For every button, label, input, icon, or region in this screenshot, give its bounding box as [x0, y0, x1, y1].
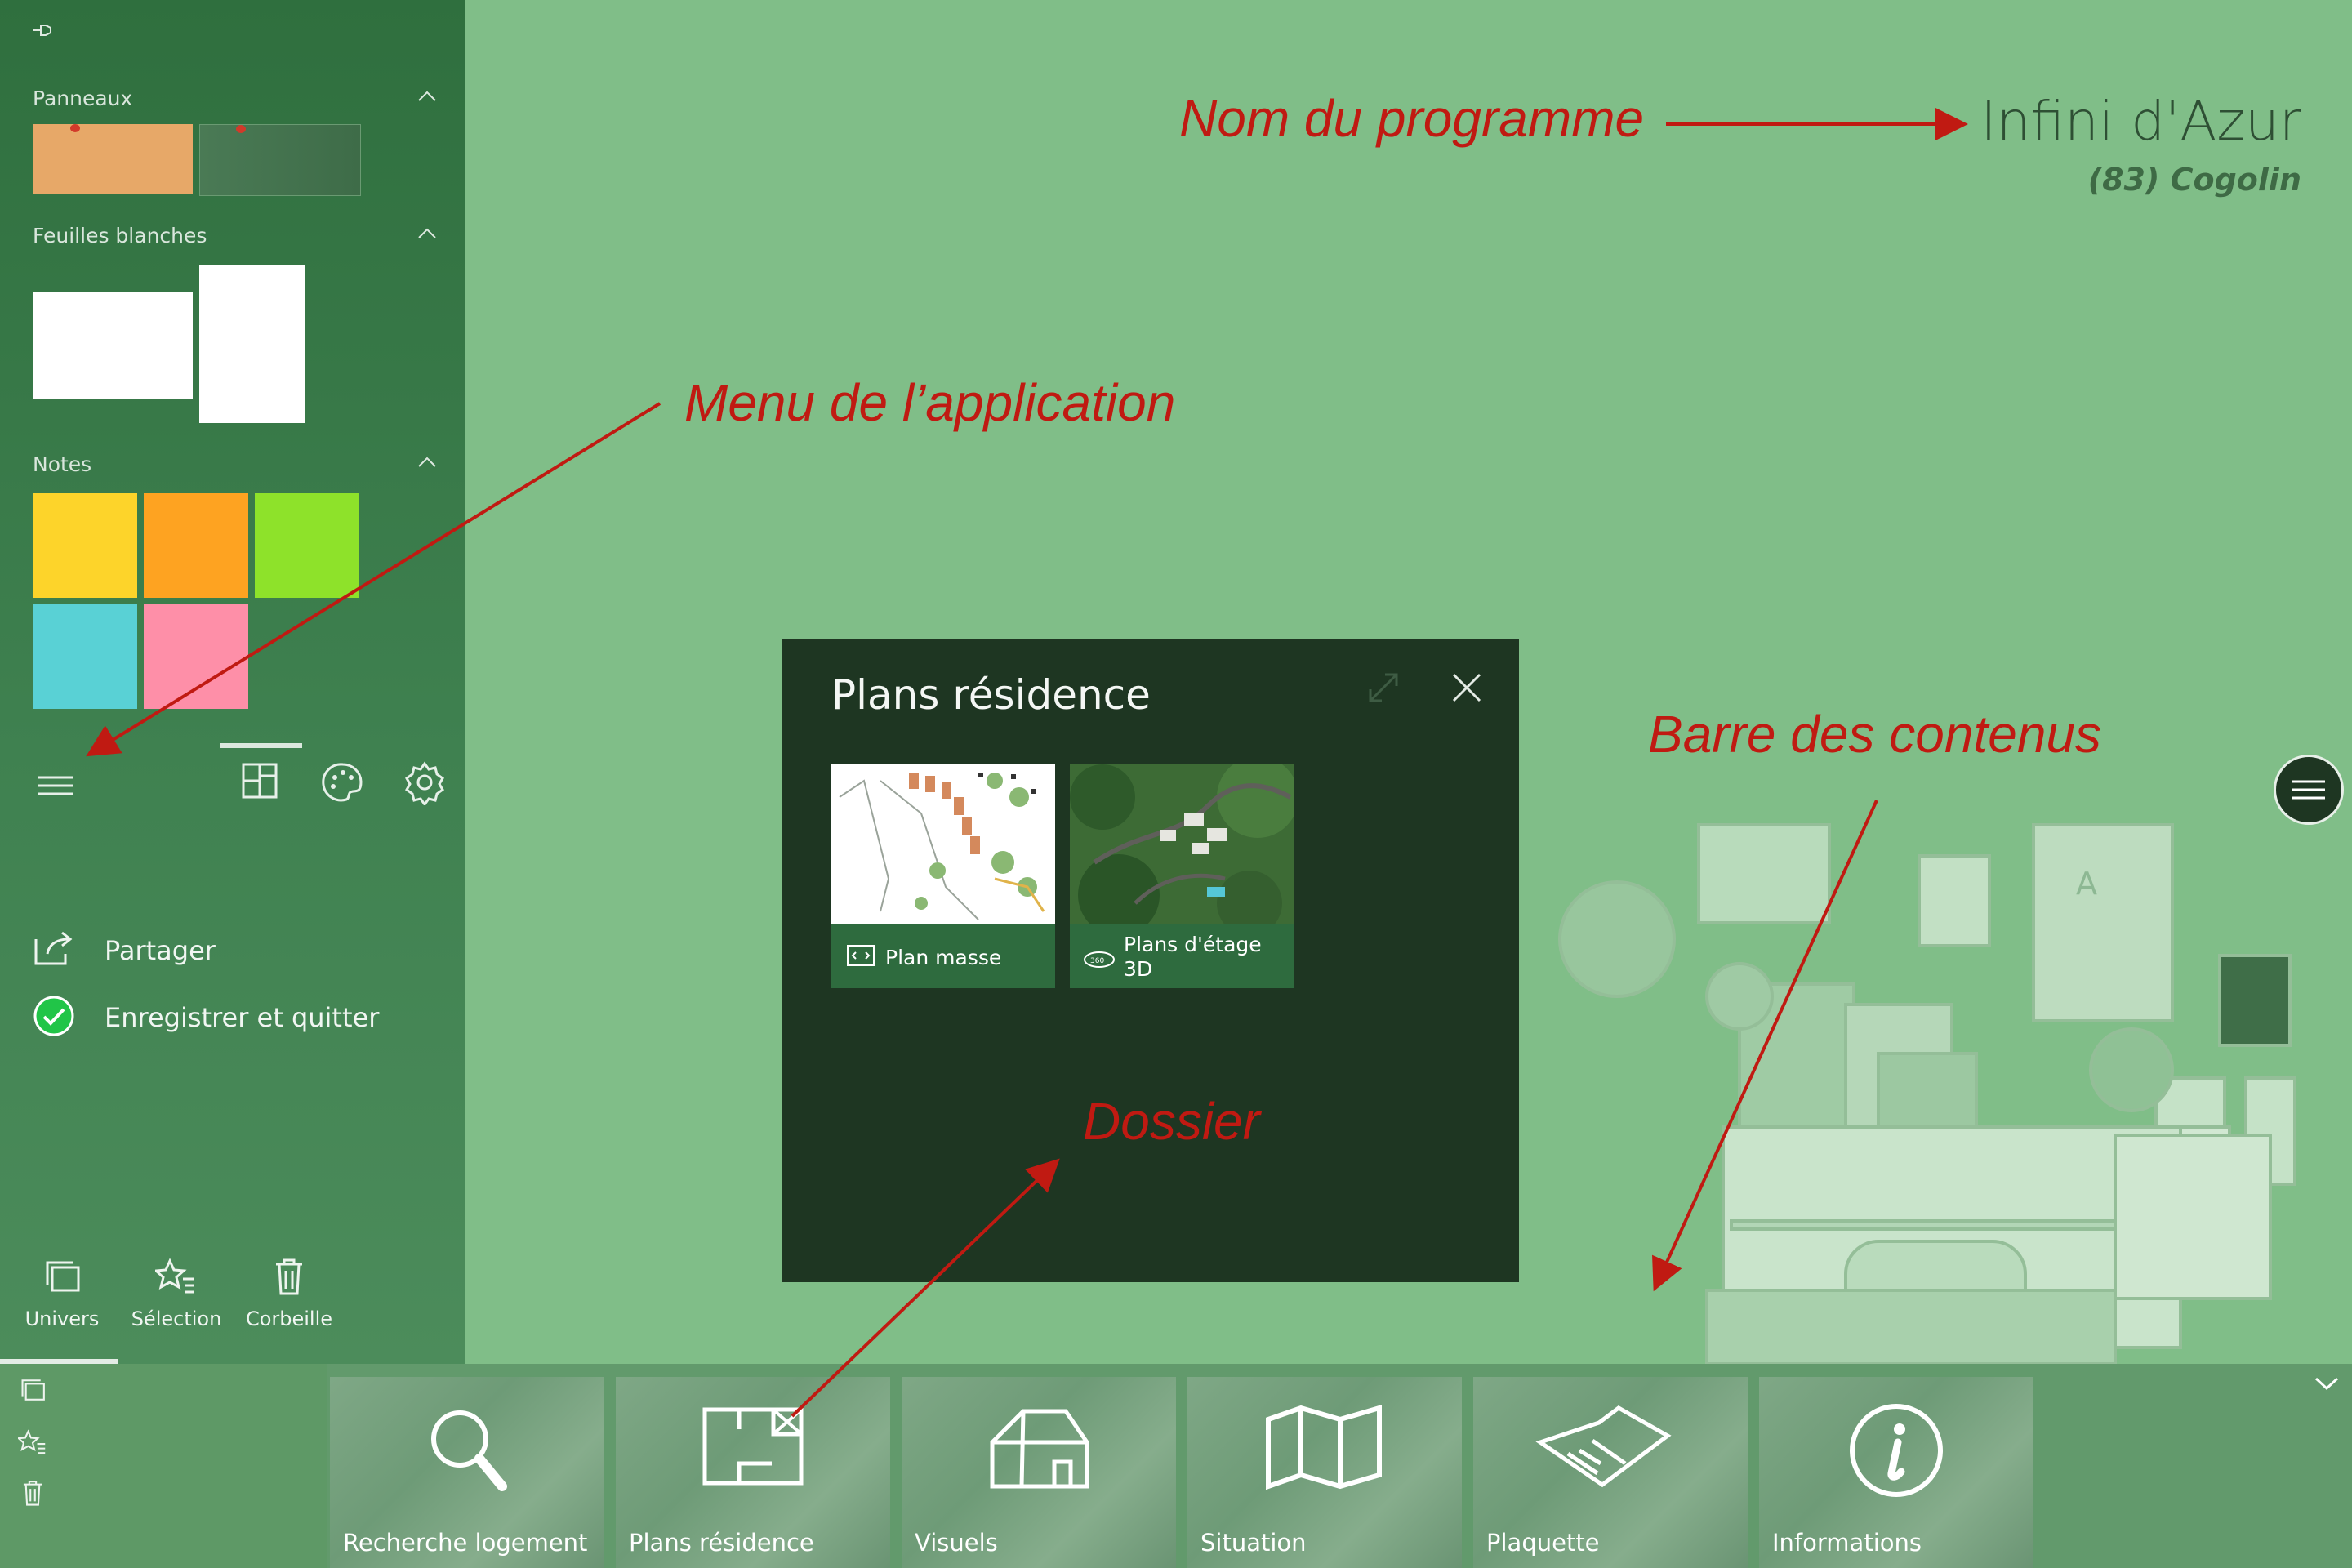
content-label: Plaquette — [1486, 1529, 1600, 1557]
plan-icon — [846, 944, 875, 971]
content-situation[interactable]: Situation — [1187, 1377, 1462, 1568]
menu-item-enregistrer[interactable]: Enregistrer et quitter — [33, 993, 379, 1042]
layers-icon[interactable] — [18, 1377, 47, 1407]
content-label: Recherche logement — [343, 1529, 588, 1557]
note-yellow[interactable] — [33, 493, 137, 598]
magnifier-icon — [422, 1401, 512, 1503]
note-pink[interactable] — [144, 604, 248, 709]
content-label: Plans résidence — [629, 1529, 814, 1557]
folder-item-plans-etage-3d[interactable]: 360 Plans d'étage 3D — [1070, 764, 1294, 988]
folder-item-label: Plan masse — [885, 946, 1002, 969]
map-icon — [1263, 1401, 1386, 1495]
plan-masse-thumbnail — [831, 764, 1055, 924]
settings-gear-icon[interactable] — [402, 760, 448, 807]
content-label: Informations — [1772, 1529, 1922, 1557]
star-list-icon[interactable] — [16, 1429, 47, 1459]
sheet-landscape[interactable] — [33, 292, 193, 399]
layout-grid-icon[interactable] — [238, 760, 284, 805]
note-cyan[interactable] — [33, 604, 137, 709]
nav-corbeille[interactable]: Corbeille — [232, 1258, 346, 1330]
menu-item-label: Partager — [105, 935, 216, 966]
menu-item-partager[interactable]: Partager — [33, 926, 216, 975]
nav-label: Corbeille — [245, 1307, 333, 1330]
palette-icon[interactable] — [320, 760, 366, 805]
floorplan-icon — [700, 1401, 806, 1495]
section-label-panneaux: Panneaux — [33, 87, 133, 110]
panel-tile-photo[interactable] — [199, 124, 361, 196]
program-name: Infini d'Azur — [1980, 90, 2301, 153]
collapse-chevron-icon[interactable] — [418, 88, 436, 106]
hamburger-menu-icon — [2292, 780, 2325, 800]
plans-etage-thumbnail — [1070, 764, 1294, 924]
content-informations[interactable]: Informations — [1759, 1377, 2034, 1568]
nav-label: Univers — [24, 1307, 100, 1330]
sidebar: Panneaux Feuilles blanches Notes Partage… — [0, 0, 466, 1364]
program-location: (83) Cogolin — [2087, 162, 2301, 198]
menu-item-label: Enregistrer et quitter — [105, 1002, 380, 1033]
close-icon[interactable] — [1452, 673, 1481, 706]
collapse-chevron-icon[interactable] — [418, 225, 436, 243]
svg-text:A: A — [2076, 866, 2097, 902]
folder-item-plan-masse[interactable]: Plan masse — [831, 764, 1055, 988]
active-tab-indicator — [220, 743, 302, 748]
collapse-bar-chevron-icon[interactable] — [2314, 1375, 2339, 1396]
info-icon — [1847, 1401, 1945, 1503]
share-icon — [33, 929, 75, 973]
note-orange[interactable] — [144, 493, 248, 598]
note-green[interactable] — [255, 493, 359, 598]
expand-icon[interactable] — [1367, 671, 1400, 708]
hamburger-menu-icon[interactable] — [33, 763, 78, 808]
nav-selection[interactable]: Sélection — [119, 1258, 234, 1330]
star-list-icon — [153, 1258, 198, 1298]
content-bar: Recherche logement Plans résidence Visue… — [327, 1364, 2352, 1568]
collapse-chevron-icon[interactable] — [418, 454, 436, 472]
check-circle-icon — [33, 995, 75, 1041]
trash-icon — [268, 1258, 310, 1298]
layers-icon — [41, 1261, 83, 1298]
view-360-icon: 360 — [1083, 949, 1116, 974]
pin-icon[interactable] — [31, 21, 54, 43]
content-plans-residence[interactable]: Plans résidence — [616, 1377, 890, 1568]
annotation-content-bar: Barre des contenus — [1648, 705, 2101, 764]
content-visuels[interactable]: Visuels — [902, 1377, 1176, 1568]
annotation-program-name: Nom du programme — [1179, 89, 1645, 148]
content-label: Visuels — [915, 1529, 998, 1557]
content-menu-button[interactable] — [2274, 755, 2344, 825]
sheet-portrait[interactable] — [199, 265, 305, 423]
brochure-icon — [1535, 1401, 1674, 1503]
nav-univers[interactable]: Univers — [5, 1258, 119, 1330]
annotation-app-menu: Menu de l’application — [684, 373, 1176, 432]
folder-item-label: Plans d'étage 3D — [1124, 933, 1262, 981]
content-recherche-logement[interactable]: Recherche logement — [330, 1377, 604, 1568]
nav-label: Sélection — [131, 1307, 222, 1330]
section-label-feuilles: Feuilles blanches — [33, 224, 207, 247]
house-icon — [986, 1401, 1092, 1495]
collapsed-rail — [0, 1364, 327, 1568]
annotation-folder: Dossier — [1083, 1092, 1260, 1151]
dialog-title: Plans résidence — [831, 671, 1151, 719]
content-label: Situation — [1200, 1529, 1307, 1557]
trash-icon[interactable] — [18, 1480, 47, 1510]
panel-tile-orange[interactable] — [33, 124, 193, 194]
folder-dialog: Plans résidence Plan masse 360 Plans d'é… — [782, 639, 1519, 1282]
room-illustration: A — [1558, 823, 2296, 1364]
content-plaquette[interactable]: Plaquette — [1473, 1377, 1748, 1568]
svg-text:360: 360 — [1090, 957, 1104, 965]
section-label-notes: Notes — [33, 452, 92, 476]
